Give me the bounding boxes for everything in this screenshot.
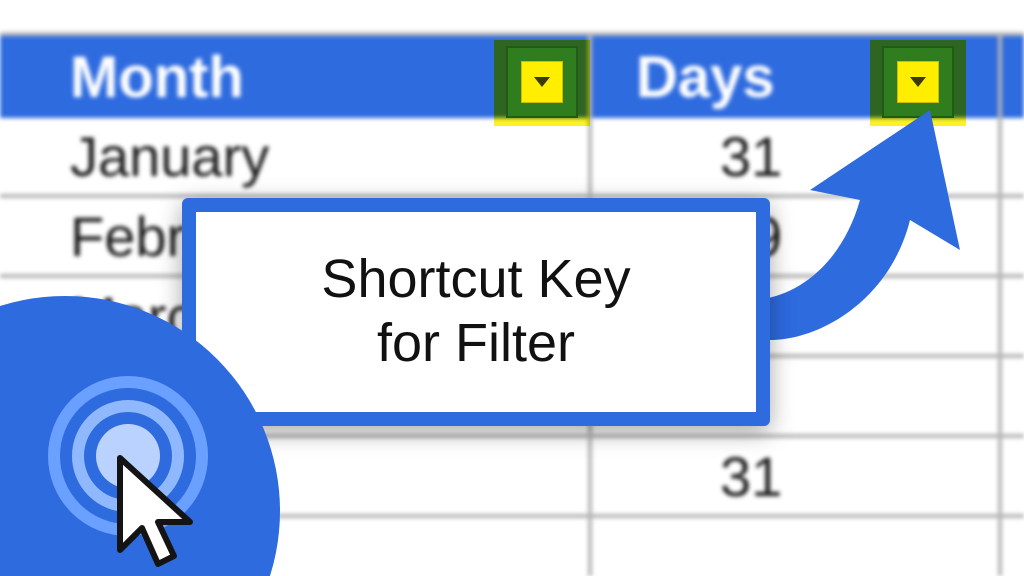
cell-month: January [70, 124, 269, 189]
column-header-month: Month [70, 44, 244, 111]
column-header-days: Days [636, 44, 775, 111]
cell-days: 31 [720, 444, 782, 509]
filter-dropdown-icon [521, 61, 563, 103]
callout-box: Shortcut Key for Filter [182, 198, 770, 426]
formula-bar-area [0, 0, 1024, 36]
callout-line-1: Shortcut Key [321, 249, 630, 309]
filter-dropdown-button-days[interactable] [882, 46, 954, 118]
cell-days: 31 [720, 124, 782, 189]
callout-line-2: for Filter [377, 313, 575, 373]
filter-dropdown-icon [897, 61, 939, 103]
table-row: January 31 [0, 118, 1024, 198]
callout-text: Shortcut Key for Filter [321, 248, 630, 375]
tutorial-thumbnail: Month Days January31 February29 March Ap… [0, 0, 1024, 576]
filter-dropdown-button-month[interactable] [506, 46, 578, 118]
cursor-arrow-icon [100, 452, 210, 576]
